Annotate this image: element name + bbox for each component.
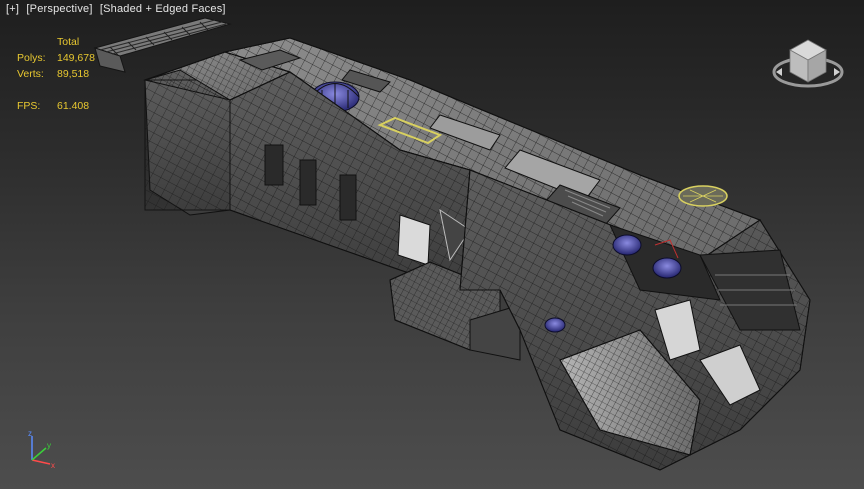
stats-fps-row: FPS: 61.408 (17, 98, 117, 114)
statistics-overlay: Total Polys: 149,678 Verts: 89,518 FPS: … (17, 34, 117, 114)
perspective-viewport[interactable]: [+] [Perspective] [Shaded + Edged Faces]… (0, 0, 864, 489)
viewport-label[interactable]: [+] [Perspective] [Shaded + Edged Faces] (6, 3, 226, 15)
sensor-dish (678, 185, 728, 207)
stats-total-header: Total (57, 36, 80, 48)
fps-label: FPS: (17, 100, 41, 112)
polys-label: Polys: (17, 52, 46, 64)
view-type-menu[interactable]: [Perspective] (26, 3, 92, 15)
verts-value: 89,518 (57, 68, 90, 80)
stats-verts-row: Verts: 89,518 (17, 66, 117, 82)
axis-tripod-icon: z x y (28, 429, 55, 470)
shading-mode-menu[interactable]: [Shaded + Edged Faces] (100, 3, 226, 15)
polys-value: 149,678 (57, 52, 95, 64)
spaceship-model[interactable] (0, 0, 864, 489)
viewport-menu-button[interactable]: [+] (6, 3, 19, 15)
verts-label: Verts: (17, 68, 44, 80)
fps-value: 61.408 (57, 100, 90, 112)
viewcube-icon[interactable] (770, 28, 846, 92)
svg-text:z: z (28, 429, 32, 438)
stats-polys-row: Polys: 149,678 (17, 50, 117, 66)
svg-text:x: x (51, 461, 55, 470)
svg-text:y: y (47, 441, 51, 450)
